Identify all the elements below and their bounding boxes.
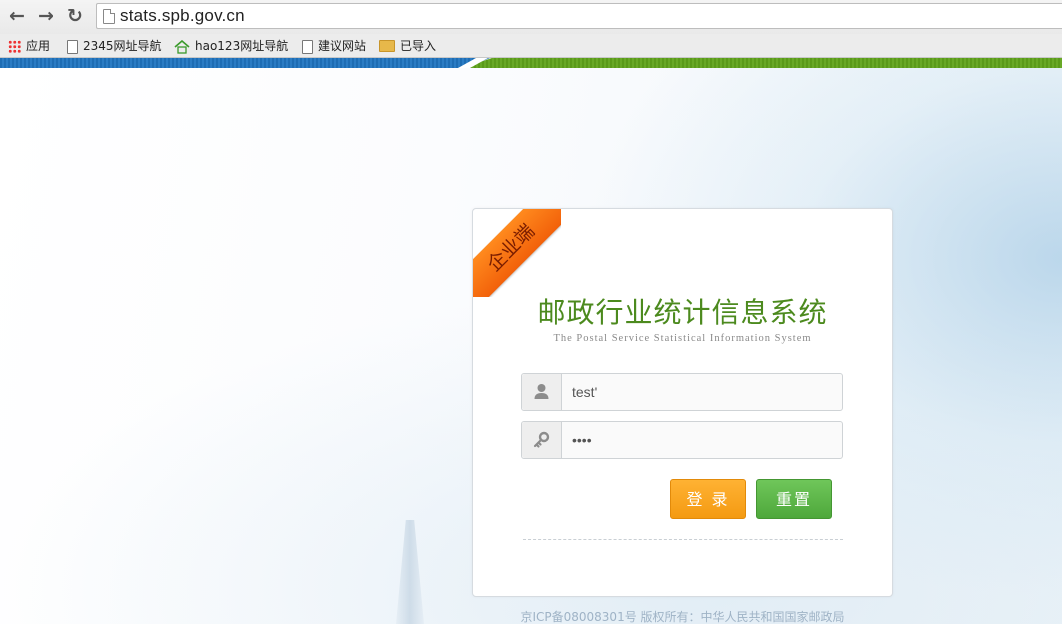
ribbon-label: 企业端 (473, 209, 561, 297)
bookmark-label: 应用 (26, 39, 51, 53)
browser-toolbar: ← → ↻ stats.spb.gov.cn (0, 0, 1062, 34)
bookmark-imported[interactable]: 已导入 (379, 34, 436, 58)
header-stripe-blue (0, 58, 490, 68)
bookmark-label: 建议网站 (318, 39, 367, 53)
key-icon (522, 422, 562, 458)
login-button[interactable]: 登 录 (670, 479, 746, 519)
username-field (521, 373, 843, 411)
system-subtitle: The Postal Service Statistical Informati… (553, 333, 812, 344)
bookmark-label: hao123网址导航 (195, 39, 289, 53)
address-bar[interactable]: stats.spb.gov.cn (96, 3, 1062, 29)
apps-grid-icon (8, 40, 21, 53)
reset-button[interactable]: 重置 (756, 479, 832, 519)
folder-icon (379, 39, 395, 52)
password-field (521, 421, 843, 459)
page-icon (67, 39, 78, 54)
footer-copyright: 京ICP备08008301号 版权所有：中华人民共和国国家邮政局 (520, 610, 845, 624)
bookmark-suggested[interactable]: 建议网站 (302, 34, 366, 58)
user-icon (522, 374, 562, 410)
corner-ribbon: 企业端 (473, 209, 561, 297)
forward-arrow-icon[interactable]: → (35, 5, 57, 27)
back-arrow-icon[interactable]: ← (6, 5, 28, 27)
system-title: 邮政行业统计信息系统 (537, 296, 828, 329)
bookmark-hao123[interactable]: hao123网址导航 (174, 34, 288, 58)
bookmarks-bar: 应用 2345网址导航 hao123网址导航 建议网站 已导入 (0, 34, 1062, 58)
house-icon (174, 39, 190, 54)
divider (523, 539, 843, 540)
header-stripe-green (462, 58, 1062, 68)
bookmark-2345[interactable]: 2345网址导航 (67, 34, 162, 58)
login-panel: 企业端 邮政行业统计信息系统 The Postal Service Statis… (472, 208, 893, 597)
page-icon (103, 9, 115, 24)
bookmark-apps[interactable]: 应用 (8, 34, 50, 58)
bookmark-label: 已导入 (400, 39, 437, 53)
reload-icon[interactable]: ↻ (64, 5, 86, 27)
password-input[interactable] (562, 422, 842, 458)
bookmark-label: 2345网址导航 (83, 39, 162, 53)
url-text[interactable]: stats.spb.gov.cn (120, 6, 245, 26)
page-icon (302, 39, 313, 54)
username-input[interactable] (562, 374, 842, 410)
